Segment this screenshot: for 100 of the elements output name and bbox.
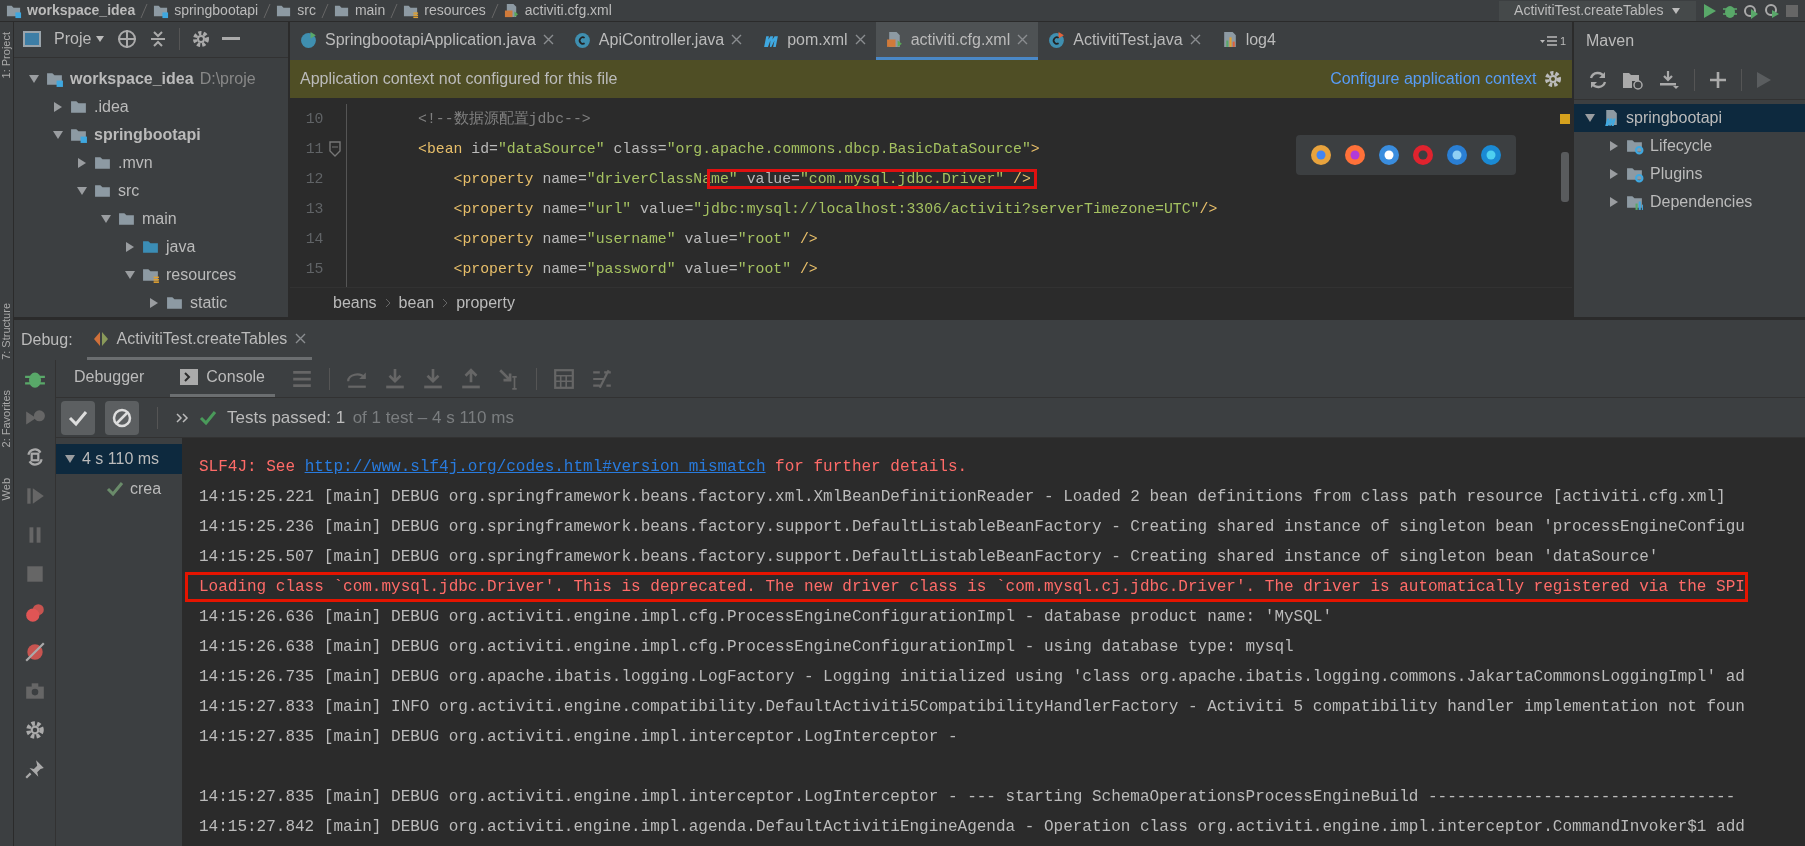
link[interactable]: http://www.slf4j.org/codes.html#version_mismatch (304, 458, 766, 476)
warning-marker[interactable] (1560, 114, 1570, 124)
browser-icon[interactable] (1480, 144, 1502, 166)
breadcrumb-item[interactable]: springbootapi (174, 0, 259, 21)
panel-title: Debug: (21, 330, 73, 350)
expand-arrow-icon[interactable] (28, 73, 40, 85)
close-icon[interactable] (542, 34, 554, 45)
tree-item[interactable]: Dependencies (1574, 187, 1805, 216)
log-line: 14:15:27.842 [main] DEBUG org.activiti.engine.impl.agenda.DefaultActivitiEngineAgenda - Operation class org.activiti.engine.impl.interceptor.CommandInvoker$1 add (199, 817, 1745, 838)
tree-item[interactable]: java (14, 233, 288, 261)
tool-window-tab[interactable]: 2: Favorites (0, 390, 13, 448)
browser-icon[interactable] (1378, 144, 1400, 166)
coverage-icon[interactable] (1743, 2, 1759, 19)
tree-item[interactable]: .mvn (14, 149, 288, 177)
expand-arrow-icon[interactable] (64, 453, 76, 465)
tree-item[interactable]: main (14, 205, 288, 233)
tree-item[interactable]: Plugins (1574, 159, 1805, 188)
breadcrumb-item[interactable]: main (354, 0, 386, 21)
run-icon[interactable] (1701, 2, 1717, 19)
expand-arrow-icon[interactable] (1608, 139, 1620, 152)
expand-arrow-icon[interactable] (52, 129, 64, 141)
expand-arrow-icon[interactable] (124, 269, 136, 281)
profile-icon[interactable] (1764, 2, 1780, 19)
breadcrumb-item[interactable]: activiti.cfg.xml (524, 0, 612, 21)
class-icon (573, 30, 592, 49)
breadcrumb-item[interactable]: resources (424, 0, 486, 21)
tree-item[interactable]: 4 s 110 ms (56, 444, 182, 474)
folder-icon (94, 182, 112, 200)
expand-arrow-icon[interactable] (148, 297, 160, 309)
mute-breakpoints-icon[interactable] (23, 641, 46, 663)
folder-icon (142, 238, 160, 256)
run-config-dropdown[interactable]: ActivitiTest.createTables (1499, 0, 1696, 21)
tree-item[interactable]: workspace_idea D:\proje (14, 65, 288, 93)
configure-link[interactable]: Configure application context (1330, 67, 1537, 91)
tree-item[interactable]: .idea (14, 93, 288, 121)
breadcrumb-item[interactable]: beans (333, 290, 377, 315)
tool-window-tab[interactable]: 1: Project (0, 32, 13, 79)
view-dropdown[interactable]: Proje (54, 27, 106, 52)
pin-icon[interactable] (23, 758, 46, 780)
panel-icon (22, 30, 42, 49)
folder-icon (94, 154, 112, 172)
expand-arrow-icon[interactable] (76, 157, 88, 169)
expand-arrow-icon[interactable] (1608, 167, 1620, 180)
fold-icon[interactable] (328, 141, 341, 157)
close-icon[interactable] (1017, 34, 1029, 45)
breadcrumb-item[interactable]: property (456, 290, 515, 315)
editor-tab[interactable]: pom.xml (752, 22, 876, 60)
add-icon[interactable] (1709, 70, 1727, 89)
show-ignored-toggle[interactable] (105, 400, 139, 435)
tree-item[interactable]: crea (56, 474, 182, 504)
caret-icon (95, 35, 106, 44)
tree-item[interactable]: Lifecycle (1574, 131, 1805, 160)
breakpoints-icon[interactable] (23, 602, 46, 624)
show-passed-toggle[interactable] (61, 400, 95, 435)
settings-icon[interactable] (1544, 70, 1562, 88)
editor-tab[interactable]: log4 (1210, 22, 1286, 60)
tab-overflow-button[interactable]: 1 (1533, 22, 1572, 60)
editor-tab[interactable]: SpringbootapiApplication.java (290, 22, 564, 60)
editor-tab[interactable]: activiti.cfg.xml (875, 22, 1039, 60)
close-icon[interactable] (854, 34, 866, 45)
expand-arrow-icon[interactable] (1608, 195, 1620, 208)
browser-icon[interactable] (1446, 144, 1468, 166)
expand-arrow-icon[interactable] (100, 213, 112, 225)
tool-window-tab[interactable]: Web (0, 477, 13, 501)
expand-arrow-icon[interactable] (1584, 111, 1596, 124)
settings-icon[interactable] (23, 719, 46, 741)
line-number: 11 (304, 140, 324, 159)
collapse-icon[interactable] (149, 30, 168, 49)
download-icon[interactable] (1658, 69, 1680, 90)
close-icon[interactable] (1189, 34, 1201, 45)
breadcrumb-item[interactable]: src (297, 0, 316, 21)
browser-icon[interactable] (1310, 144, 1332, 166)
double-chevron-icon[interactable] (175, 411, 189, 424)
minimize-icon[interactable] (222, 37, 241, 42)
tool-window-tab[interactable]: 7: Structure (0, 303, 13, 361)
tree-item[interactable]: src (14, 177, 288, 205)
panel-tab[interactable]: Debugger (64, 360, 155, 397)
close-icon[interactable] (295, 333, 307, 344)
tree-item[interactable]: springbootapi (14, 121, 288, 149)
tree-item[interactable]: resources (14, 261, 288, 289)
expand-arrow-icon[interactable] (76, 185, 88, 197)
breadcrumb-item[interactable]: workspace_idea (27, 0, 136, 21)
expand-arrow-icon[interactable] (124, 241, 136, 253)
editor-tab[interactable]: ApiController.java (563, 22, 753, 60)
folder-icon (70, 98, 88, 116)
breadcrumb-item[interactable]: bean (398, 290, 435, 315)
folder-icon (166, 294, 184, 312)
check-icon (68, 408, 88, 427)
crosshair-icon[interactable] (117, 29, 138, 50)
settings-icon[interactable] (192, 30, 211, 49)
session-tab[interactable]: ActivitiTest.createTables (86, 320, 313, 360)
tree-item[interactable]: static (14, 289, 288, 317)
refresh-icon[interactable] (1588, 69, 1608, 90)
close-icon[interactable] (731, 34, 743, 45)
panel-tab[interactable]: Console (170, 360, 275, 397)
editor-tab[interactable]: ActivitiTest.java (1038, 22, 1211, 60)
scrollbar-thumb[interactable] (1561, 152, 1569, 202)
expand-arrow-icon[interactable] (52, 101, 64, 113)
line-number: 14 (304, 230, 324, 249)
tree-item[interactable]: springbootapi (1574, 103, 1805, 132)
